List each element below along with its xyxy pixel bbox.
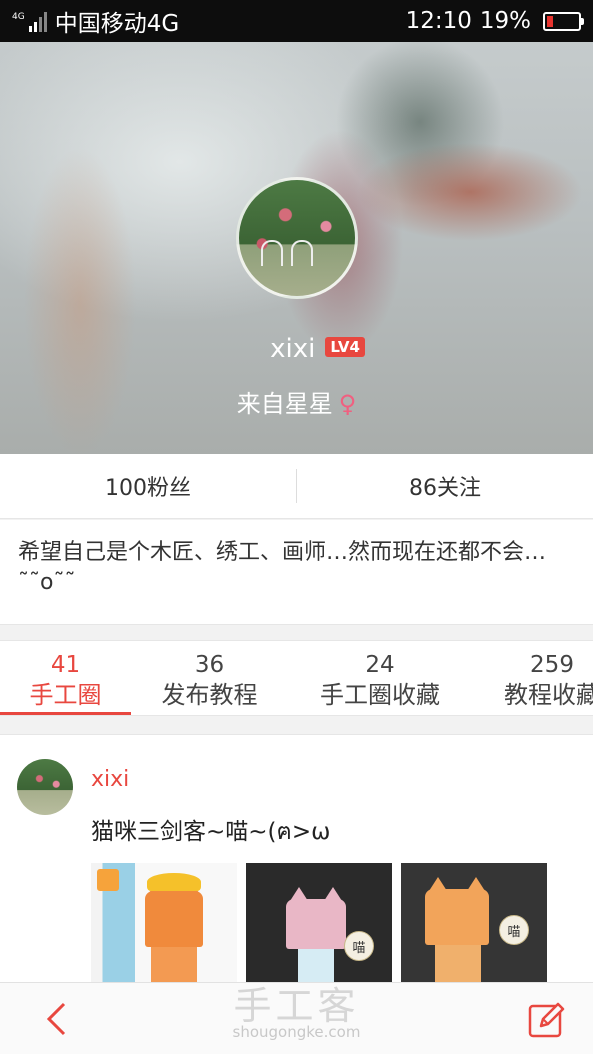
tab-label: 教程收藏 bbox=[504, 681, 593, 709]
profile-header: xixi LV4 来自星星 ♀ bbox=[0, 42, 593, 454]
post-title[interactable]: 猫咪三剑客~喵~(ฅ>ω bbox=[91, 812, 330, 850]
post-avatar[interactable] bbox=[17, 759, 73, 815]
battery-percent: 19% bbox=[479, 8, 531, 34]
tab-count: 36 bbox=[194, 652, 225, 678]
post-card[interactable]: xixi 猫咪三剑客~喵~(ฅ>ω 喵 喵 bbox=[0, 734, 593, 983]
tab-handcraft-circle[interactable]: 41 手工圈 bbox=[0, 641, 131, 715]
female-icon: ♀ bbox=[338, 390, 357, 418]
post-image-3[interactable]: 喵 bbox=[401, 863, 547, 983]
bottom-bar: 手工客 shougongke.com bbox=[0, 982, 593, 1054]
network-type-label: 4G bbox=[12, 12, 25, 22]
location-text: 来自星星 bbox=[236, 390, 333, 418]
following-count[interactable]: 86关注 bbox=[297, 470, 593, 502]
avatar[interactable] bbox=[236, 177, 358, 299]
watermark-url: shougongke.com bbox=[232, 1023, 361, 1041]
tab-label: 手工圈 bbox=[29, 681, 102, 709]
profile-tabs: 41 手工圈 36 发布教程 24 手工圈收藏 259 教程收藏 bbox=[0, 640, 593, 716]
username: xixi bbox=[270, 334, 316, 364]
battery-icon bbox=[543, 11, 584, 31]
post-image-bubble: 喵 bbox=[344, 931, 374, 961]
location-row: 来自星星 ♀ bbox=[0, 384, 593, 419]
bio-text: 希望自己是个木匠、绣工、画师…然而现在还都不会…˜˜o˜˜ bbox=[0, 520, 593, 625]
tab-circle-favorites[interactable]: 24 手工圈收藏 bbox=[288, 641, 472, 715]
tab-count: 24 bbox=[365, 652, 395, 678]
post-image-2[interactable]: 喵 bbox=[246, 863, 392, 983]
tab-label: 发布教程 bbox=[161, 681, 258, 709]
post-author[interactable]: xixi bbox=[91, 767, 129, 792]
post-image-bubble: 喵 bbox=[499, 915, 529, 945]
watermark-logo: 手工客 bbox=[233, 986, 360, 1028]
followers-count[interactable]: 100粉丝 bbox=[0, 470, 296, 502]
signal-icon: 4G bbox=[12, 10, 47, 32]
post-image-1[interactable] bbox=[91, 863, 237, 983]
edit-icon[interactable] bbox=[525, 998, 569, 1042]
tab-count: 41 bbox=[50, 652, 81, 678]
carrier-label: 中国移动4G bbox=[54, 11, 180, 37]
tab-count: 259 bbox=[530, 652, 574, 678]
tab-published-tutorials[interactable]: 36 发布教程 bbox=[131, 641, 288, 715]
status-bar: 4G 中国移动4G 12:10 19% bbox=[0, 0, 593, 42]
post-image-gallery: 喵 喵 bbox=[91, 863, 547, 983]
level-badge: LV4 bbox=[325, 337, 365, 357]
username-row: xixi LV4 bbox=[0, 334, 593, 364]
stats-row: 100粉丝 86关注 bbox=[0, 454, 593, 519]
tab-label: 手工圈收藏 bbox=[320, 681, 440, 709]
clock: 12:10 bbox=[405, 8, 472, 34]
tab-tutorial-favorites[interactable]: 259 教程收藏 bbox=[472, 641, 593, 715]
